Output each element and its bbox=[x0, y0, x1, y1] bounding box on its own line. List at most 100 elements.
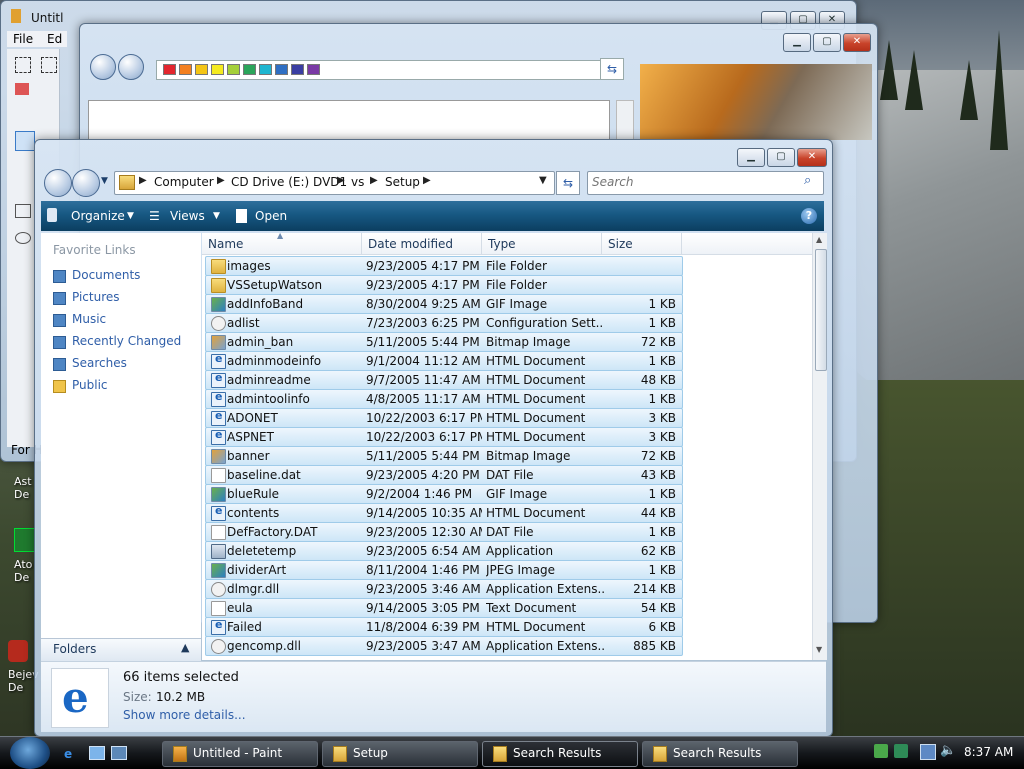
file-row[interactable]: dividerArt 8/11/2004 1:46 PM JPEG Image 1 K… bbox=[205, 560, 683, 580]
file-row[interactable]: addInfoBand 8/30/2004 9:25 AM GIF Image 1 K… bbox=[205, 294, 683, 314]
file-row[interactable]: ADONET 10/22/2003 6:17 PM HTML Document 3 K… bbox=[205, 408, 683, 428]
chevron-right-icon[interactable]: ▶ bbox=[139, 175, 147, 186]
search-icon[interactable]: ⌕ bbox=[804, 173, 811, 188]
organize-button[interactable]: Organize bbox=[71, 209, 125, 223]
chevron-right-icon[interactable]: ▶ bbox=[423, 175, 431, 186]
start-button[interactable] bbox=[10, 737, 50, 769]
file-row[interactable]: gencomp.dll 9/23/2005 3:47 AM Application … bbox=[205, 636, 683, 656]
eraser-icon[interactable] bbox=[15, 83, 29, 95]
refresh-icon[interactable]: ⇆ bbox=[600, 58, 624, 80]
views-button[interactable]: Views bbox=[170, 209, 205, 223]
favorite-public[interactable]: Public bbox=[72, 378, 108, 392]
ie-quicklaunch-icon[interactable]: e bbox=[64, 747, 78, 761]
file-row[interactable]: adminreadme 9/7/2005 11:47 AM HTML Documen… bbox=[205, 370, 683, 390]
search-box[interactable]: ⌕ bbox=[587, 171, 824, 195]
chevron-right-icon[interactable]: ▶ bbox=[217, 175, 225, 186]
column-name[interactable]: Name bbox=[208, 237, 243, 251]
taskbar-button-search-results[interactable]: Search Results bbox=[642, 741, 798, 767]
file-row[interactable]: dlmgr.dll 9/23/2005 3:46 AM Application Ex… bbox=[205, 579, 683, 599]
help-icon[interactable]: ? bbox=[801, 208, 817, 224]
favorite-pictures[interactable]: Pictures bbox=[72, 290, 120, 304]
menu-file[interactable]: File bbox=[13, 32, 33, 46]
breadcrumb-drive[interactable]: CD Drive (E:) DVD1 bbox=[231, 175, 347, 189]
file-row[interactable]: deletetemp 9/23/2005 6:54 AM Application 62… bbox=[205, 541, 683, 561]
switch-windows-icon[interactable] bbox=[111, 746, 127, 760]
file-row[interactable]: admintoolinfo 4/8/2005 11:17 AM HTML Docum… bbox=[205, 389, 683, 409]
file-row[interactable]: DefFactory.DAT 9/23/2005 12:30 AM DAT File… bbox=[205, 522, 683, 542]
chevron-down-icon[interactable]: ▼ bbox=[127, 211, 134, 221]
desktop-icon[interactable]: Ast De bbox=[14, 475, 32, 501]
clock[interactable]: 8:37 AM bbox=[964, 745, 1013, 759]
breadcrumb-setup[interactable]: Setup bbox=[385, 175, 420, 189]
color-swatch[interactable] bbox=[179, 64, 192, 75]
file-row[interactable]: VSSetupWatson 9/23/2005 4:17 PM File Folde… bbox=[205, 275, 683, 295]
file-row[interactable]: adlist 7/23/2003 6:25 PM Configuration Set… bbox=[205, 313, 683, 333]
menu-edit[interactable]: Ed bbox=[47, 32, 62, 46]
file-row[interactable]: ASPNET 10/22/2003 6:17 PM HTML Document 3 K… bbox=[205, 427, 683, 447]
select-icon[interactable] bbox=[41, 57, 57, 73]
favorite-documents[interactable]: Documents bbox=[72, 268, 140, 282]
color-swatch[interactable] bbox=[211, 64, 224, 75]
column-size[interactable]: Size bbox=[608, 237, 633, 251]
file-row[interactable]: blueRule 9/2/2004 1:46 PM GIF Image 1 KB bbox=[205, 484, 683, 504]
history-dropdown-icon[interactable]: ▼ bbox=[101, 176, 108, 186]
favorite-music[interactable]: Music bbox=[72, 312, 106, 326]
file-row[interactable]: banner 5/11/2005 5:44 PM Bitmap Image 72 KB bbox=[205, 446, 683, 466]
volume-muted-icon[interactable]: 🔈 bbox=[940, 743, 956, 759]
scroll-thumb[interactable] bbox=[815, 249, 827, 371]
column-date-modified[interactable]: Date modified bbox=[368, 237, 453, 251]
minimize-button[interactable]: ▁ bbox=[783, 33, 811, 52]
refresh-icon[interactable]: ⇆ bbox=[556, 171, 580, 195]
file-row[interactable]: images 9/23/2005 4:17 PM File Folder bbox=[205, 256, 683, 276]
vertical-scrollbar[interactable] bbox=[616, 100, 634, 140]
color-swatch[interactable] bbox=[227, 64, 240, 75]
column-type[interactable]: Type bbox=[488, 237, 516, 251]
desktop-icon[interactable]: Ato De bbox=[14, 528, 36, 584]
color-swatch[interactable] bbox=[275, 64, 288, 75]
chevron-down-icon[interactable]: ▼ bbox=[213, 211, 220, 221]
free-select-icon[interactable] bbox=[15, 57, 31, 73]
scroll-down-icon[interactable]: ▼ bbox=[816, 645, 822, 654]
back-button[interactable] bbox=[44, 169, 72, 197]
close-button[interactable]: ✕ bbox=[843, 33, 871, 52]
scroll-up-icon[interactable]: ▲ bbox=[816, 235, 822, 244]
color-swatch[interactable] bbox=[259, 64, 272, 75]
folders-toggle[interactable]: Folders ▲ bbox=[41, 638, 201, 661]
network-icon[interactable] bbox=[920, 744, 936, 760]
forward-button[interactable] bbox=[72, 169, 100, 197]
file-row[interactable]: Failed 11/8/2004 6:39 PM HTML Document 6 KB bbox=[205, 617, 683, 637]
address-bar[interactable]: ▶ Computer ▶ CD Drive (E:) DVD1 ▶ vs ▶ S… bbox=[114, 171, 555, 195]
tray-icon[interactable] bbox=[894, 744, 908, 758]
file-row[interactable]: admin_ban 5/11/2005 5:44 PM Bitmap Image 72… bbox=[205, 332, 683, 352]
vertical-scrollbar[interactable]: ▲ ▼ bbox=[812, 233, 827, 660]
color-swatch[interactable] bbox=[307, 64, 320, 75]
file-row[interactable]: adminmodeinfo 9/1/2004 11:12 AM HTML Docum… bbox=[205, 351, 683, 371]
chevron-right-icon[interactable]: ▶ bbox=[337, 175, 345, 186]
color-swatch[interactable] bbox=[163, 64, 176, 75]
security-tray-icon[interactable] bbox=[874, 744, 888, 758]
address-dropdown-icon[interactable]: ▼ bbox=[539, 175, 547, 186]
taskbar-button-setup[interactable]: Setup bbox=[322, 741, 478, 767]
maximize-button[interactable]: ▢ bbox=[767, 148, 795, 167]
color-swatch[interactable] bbox=[195, 64, 208, 75]
chevron-right-icon[interactable]: ▶ bbox=[370, 175, 378, 186]
minimize-button[interactable]: ▁ bbox=[737, 148, 765, 167]
favorite-recently-changed[interactable]: Recently Changed bbox=[72, 334, 181, 348]
rectangle-icon[interactable] bbox=[15, 204, 31, 218]
search-input[interactable] bbox=[590, 173, 794, 191]
file-row[interactable]: eula 9/14/2005 3:05 PM Text Document 54 KB bbox=[205, 598, 683, 618]
color-swatch[interactable] bbox=[243, 64, 256, 75]
color-swatch[interactable] bbox=[291, 64, 304, 75]
chevron-up-icon[interactable]: ▲ bbox=[181, 641, 189, 654]
maximize-button[interactable]: ▢ bbox=[813, 33, 841, 52]
open-button[interactable]: Open bbox=[255, 209, 287, 223]
ellipse-icon[interactable] bbox=[15, 232, 31, 244]
forward-button[interactable] bbox=[118, 54, 144, 80]
taskbar-button-search-results[interactable]: Search Results bbox=[482, 741, 638, 767]
breadcrumb-computer[interactable]: Computer bbox=[154, 175, 214, 189]
file-row[interactable]: baseline.dat 9/23/2005 4:20 PM DAT File 43 … bbox=[205, 465, 683, 485]
breadcrumb-vs[interactable]: vs bbox=[351, 175, 364, 189]
close-button[interactable]: ✕ bbox=[797, 148, 827, 167]
favorite-searches[interactable]: Searches bbox=[72, 356, 127, 370]
taskbar-button-paint[interactable]: Untitled - Paint bbox=[162, 741, 318, 767]
